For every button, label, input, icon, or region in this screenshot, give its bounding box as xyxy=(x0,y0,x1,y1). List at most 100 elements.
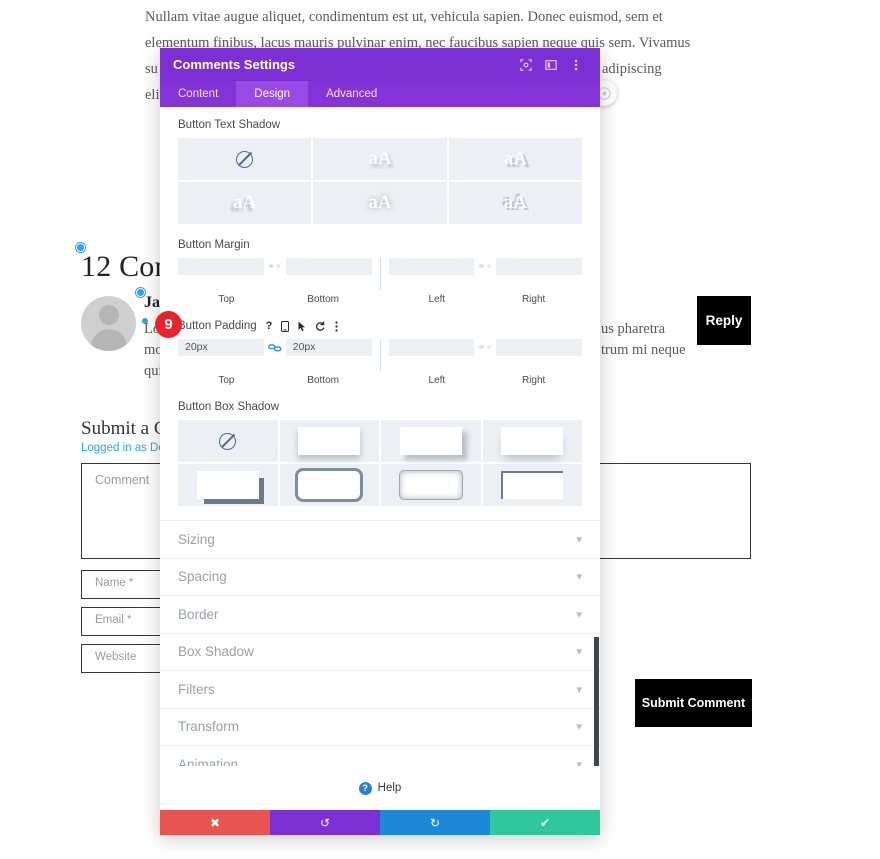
box-shadow-preview-3 xyxy=(501,427,564,455)
box-shadow-preset-outline-thick[interactable] xyxy=(279,464,379,506)
help-label: Help xyxy=(377,782,402,794)
padding-vertical-group: 20px 20px xyxy=(178,339,372,356)
fullscreen-icon[interactable] xyxy=(515,54,537,76)
accordion-label-box-shadow: Box Shadow xyxy=(178,644,254,660)
accordion-item-border[interactable]: Border ▾ xyxy=(160,595,600,633)
box-shadow-preset-offset-dark[interactable] xyxy=(178,464,278,506)
padding-top-input[interactable]: 20px xyxy=(178,339,264,356)
padding-vertical-link-icon[interactable] xyxy=(264,343,286,352)
text-shadow-preset-none[interactable] xyxy=(178,138,312,180)
margin-left-input[interactable] xyxy=(388,258,475,275)
padding-bottom-input[interactable]: 20px xyxy=(285,339,372,356)
accordion-item-spacing[interactable]: Spacing ▾ xyxy=(160,557,600,596)
cancel-button[interactable]: ✖ xyxy=(160,810,270,835)
padding-left-label: Left xyxy=(428,375,446,386)
save-button[interactable]: ✔ xyxy=(490,810,600,835)
avatar xyxy=(81,296,136,351)
reset-icon[interactable] xyxy=(315,321,326,332)
tab-design[interactable]: Design xyxy=(236,81,309,107)
help-icon: ? xyxy=(358,781,372,795)
margin-bottom-label: Bottom xyxy=(307,294,339,305)
button-margin-labels: Top Bottom Left Right xyxy=(178,290,582,305)
tab-advanced[interactable]: Advanced xyxy=(308,81,395,107)
margin-right-input[interactable] xyxy=(496,258,582,275)
mobile-icon[interactable] xyxy=(281,320,290,332)
panel-layout-icon[interactable] xyxy=(540,54,562,76)
margin-vertical-group: ⚭⚬ xyxy=(178,258,372,275)
name-field-placeholder: Name * xyxy=(95,577,134,589)
step-count-badge: 9 xyxy=(155,311,182,338)
no-shadow-icon xyxy=(219,432,237,450)
button-padding-labels: Top Bottom Left Right xyxy=(178,371,582,386)
margin-vertical-link-icon[interactable]: ⚭⚬ xyxy=(264,261,286,272)
text-shadow-preset-soft[interactable]: aA xyxy=(313,138,447,180)
box-shadow-preview-7 xyxy=(501,471,564,499)
box-shadow-preset-spread[interactable] xyxy=(482,420,582,462)
button-margin-section: Button Margin ⚭⚬ ⚭⚬ Top Bottom Left Righ… xyxy=(160,224,600,305)
accordion-label-animation: Animation xyxy=(178,756,239,766)
text-shadow-preset-double[interactable]: aA xyxy=(448,182,582,224)
more-vertical-icon[interactable] xyxy=(565,54,587,76)
accordion-item-filters[interactable]: Filters ▾ xyxy=(160,670,600,708)
modal-header: Comments Settings xyxy=(160,48,600,81)
button-box-shadow-section: Button Box Shadow xyxy=(160,386,600,506)
box-shadow-preset-bottom-soft[interactable] xyxy=(279,420,379,462)
accordion-item-transform[interactable]: Transform ▾ xyxy=(160,707,600,746)
margin-top-label: Top xyxy=(218,294,235,305)
accordion-label-spacing: Spacing xyxy=(178,569,227,585)
box-shadow-preset-corner-line[interactable] xyxy=(482,464,582,506)
box-shadow-preset-bottom-right[interactable] xyxy=(381,420,481,462)
padding-right-input[interactable] xyxy=(496,339,582,356)
margin-right-label: Right xyxy=(521,294,546,305)
padding-left-input[interactable] xyxy=(388,339,475,356)
box-shadow-preset-none[interactable] xyxy=(178,420,278,462)
chevron-down-icon: ▾ xyxy=(576,721,582,734)
box-shadow-preset-inset[interactable] xyxy=(381,464,481,506)
avatar-body xyxy=(90,329,127,351)
help-link[interactable]: ? Help xyxy=(160,766,600,810)
text-shadow-preview-4: aA xyxy=(368,192,392,213)
modal-tabs: Content Design Advanced xyxy=(160,81,600,107)
text-shadow-preset-down-left[interactable]: aA xyxy=(178,182,312,224)
comments-settings-modal: Comments Settings Content Design Advance… xyxy=(160,48,600,835)
reply-button[interactable]: Reply xyxy=(697,296,751,345)
undo-button[interactable]: ↺ xyxy=(270,810,380,835)
accordion-item-sizing[interactable]: Sizing ▾ xyxy=(160,520,600,558)
padding-right-label: Right xyxy=(521,375,546,386)
button-padding-icon-row: ? xyxy=(266,320,339,332)
chevron-down-icon: ▾ xyxy=(576,571,582,584)
text-shadow-preview-5: aA xyxy=(503,192,527,213)
cursor-icon[interactable] xyxy=(298,321,306,332)
redo-button[interactable]: ↻ xyxy=(380,810,490,835)
margin-bottom-input[interactable] xyxy=(285,258,372,275)
background-occluded-line-1-right: adipiscing xyxy=(602,61,662,77)
padding-top-value: 20px xyxy=(185,341,208,353)
help-icon[interactable]: ? xyxy=(266,320,273,332)
button-padding-section: Button Padding ? 20px 20px ⚭⚬ Top Bottom… xyxy=(160,305,600,386)
more-vertical-icon[interactable] xyxy=(335,320,338,332)
website-field-placeholder: Website xyxy=(95,651,137,663)
accordion-item-animation[interactable]: Animation ▾ xyxy=(160,745,600,766)
text-shadow-preset-right[interactable]: aA xyxy=(448,138,582,180)
button-margin-inputs: ⚭⚬ ⚭⚬ xyxy=(178,258,582,290)
no-shadow-icon xyxy=(236,150,254,168)
comment-text-fragment-4: us pharetra xyxy=(601,321,666,337)
box-shadow-preview-6 xyxy=(399,471,462,499)
modal-scrollbar[interactable] xyxy=(594,637,599,766)
submit-comment-button[interactable]: Submit Comment xyxy=(635,679,752,727)
padding-divider xyxy=(379,339,381,371)
chevron-down-icon: ▾ xyxy=(576,683,582,696)
margin-top-input[interactable] xyxy=(178,258,264,275)
text-shadow-preset-blur[interactable]: aA xyxy=(313,182,447,224)
text-shadow-preview-2: aA xyxy=(503,148,527,169)
padding-top-label: Top xyxy=(218,375,235,386)
tab-content[interactable]: Content xyxy=(160,81,236,107)
padding-bottom-value: 20px xyxy=(292,341,316,353)
margin-horizontal-link-icon[interactable]: ⚭⚬ xyxy=(474,261,496,272)
accordion-label-filters: Filters xyxy=(178,681,215,697)
accordion-item-box-shadow[interactable]: Box Shadow ▾ xyxy=(160,632,600,671)
margin-divider xyxy=(379,258,381,290)
modal-title: Comments Settings xyxy=(173,57,296,72)
modal-footer: ✖ ↺ ↻ ✔ xyxy=(160,810,600,835)
padding-horizontal-link-icon[interactable]: ⚭⚬ xyxy=(474,342,496,353)
